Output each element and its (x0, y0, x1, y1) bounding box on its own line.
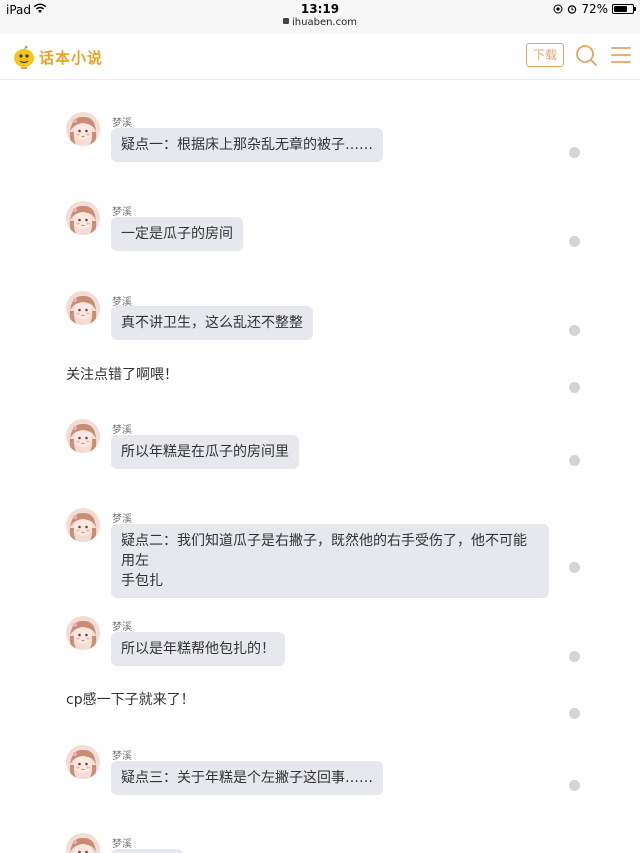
message-bubble: 疑点三：关于年糕是个左撇子这回事…… (111, 761, 383, 795)
sender-name: 梦溪 (112, 425, 132, 436)
avatar[interactable] (66, 745, 100, 779)
comment-dot[interactable] (569, 236, 580, 247)
sender-name: 梦溪 (112, 751, 132, 762)
message-line: 手包扎 (121, 573, 163, 589)
message-bubble: 疑点一：根据床上那杂乱无章的被子…… (111, 128, 383, 162)
sender-name: 梦溪 (112, 207, 132, 218)
avatar[interactable] (66, 616, 100, 650)
comment-dot[interactable] (569, 651, 580, 662)
message-bubble: 一定是瓜子的房间 (111, 217, 243, 251)
address-bar[interactable]: ihuaben.com (0, 17, 640, 28)
clock: 13:19 (300, 2, 340, 16)
message-bubble: 所以年糕是在瓜子的房间里 (111, 435, 299, 469)
comment-dot[interactable] (569, 780, 580, 791)
avatar[interactable] (66, 833, 100, 853)
download-button[interactable]: 下载 (526, 43, 564, 67)
comment-dot[interactable] (569, 325, 580, 336)
comment-dot[interactable] (569, 382, 580, 393)
status-bar: iPad 13:19 ihuaben.com 72% (0, 0, 640, 34)
avatar[interactable] (66, 112, 100, 146)
lock-icon (283, 18, 290, 24)
avatar[interactable] (66, 419, 100, 453)
comment-dot[interactable] (569, 708, 580, 719)
comment-dot[interactable] (569, 147, 580, 158)
site-header: 话本小说 下载 (0, 34, 640, 80)
message-bubble (111, 849, 183, 853)
message-line: 疑点二：我们知道瓜子是右撇子，既然他的右手受伤了，他不可能用左 (121, 533, 527, 569)
logo-mascot-icon (14, 45, 34, 69)
message-bubble: 所以是年糕帮他包扎的！ (111, 632, 285, 666)
narration-text: cp感一下子就来了！ (66, 692, 195, 708)
battery-percent: 72% (581, 2, 608, 16)
battery-icon (612, 4, 636, 14)
avatar[interactable] (66, 201, 100, 235)
sender-name: 梦溪 (112, 622, 132, 633)
comment-dot[interactable] (569, 455, 580, 466)
logo-text: 话本小说 (39, 48, 104, 67)
avatar[interactable] (66, 291, 100, 325)
url-text: ihuaben.com (292, 17, 357, 28)
avatar[interactable] (66, 508, 100, 542)
search-icon[interactable] (575, 43, 597, 67)
site-logo[interactable]: 话本小说 (12, 43, 103, 71)
comment-dot[interactable] (569, 562, 580, 573)
sender-name: 梦溪 (112, 514, 132, 525)
battery-level (614, 6, 627, 12)
sender-name: 梦溪 (112, 118, 132, 129)
message-bubble: 真不讲卫生，这么乱还不整整 (111, 306, 313, 340)
narration-text: 关注点错了啊喂！ (66, 367, 178, 383)
status-right: 72% (553, 2, 636, 16)
location-icon (553, 4, 563, 14)
sender-name: 梦溪 (112, 839, 132, 850)
menu-icon[interactable] (610, 43, 632, 67)
alarm-icon (568, 5, 577, 14)
message-bubble: 疑点二：我们知道瓜子是右撇子，既然他的右手受伤了，他不可能用左 手包扎 (111, 524, 549, 598)
